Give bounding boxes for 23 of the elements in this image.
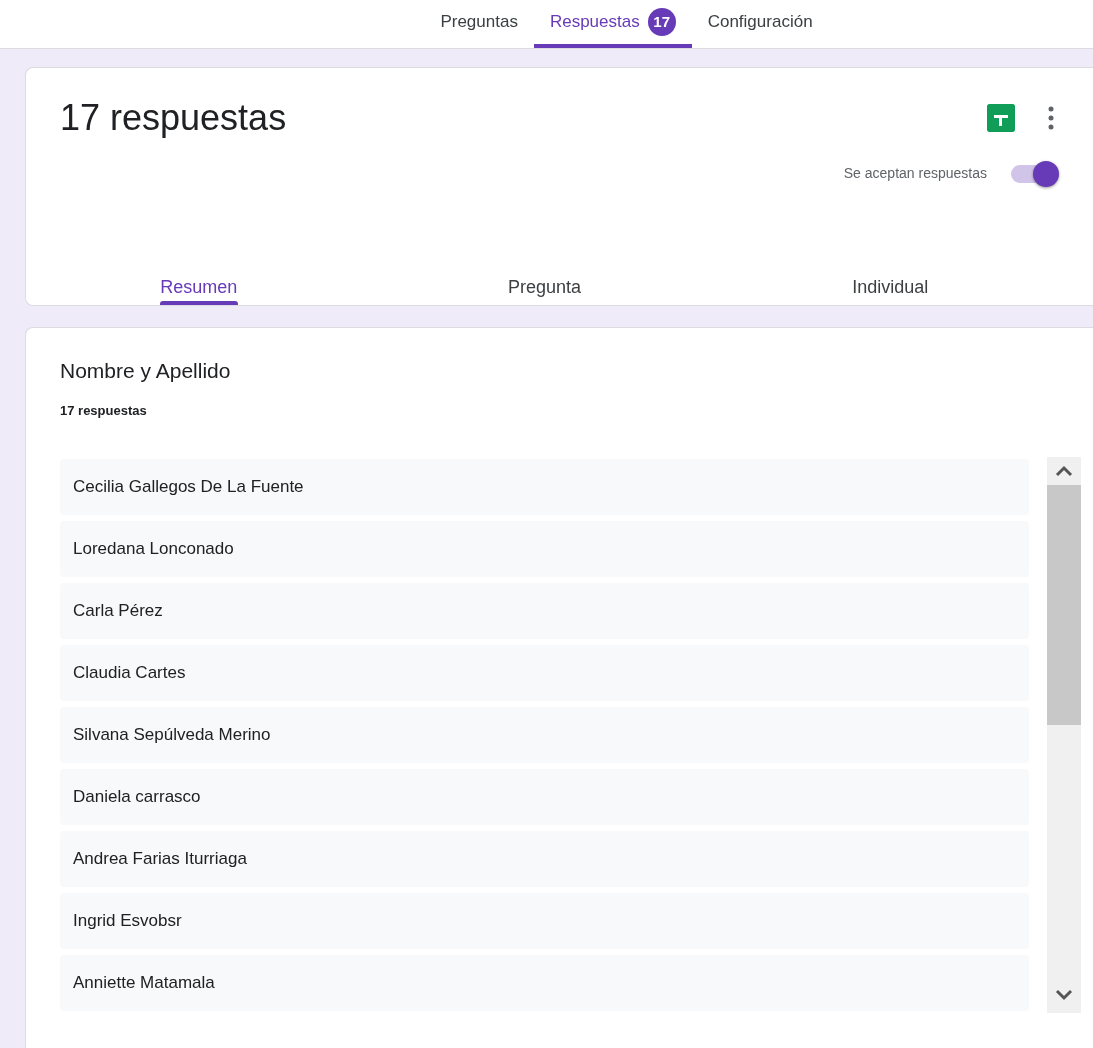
- answer-row: Cecilia Gallegos De La Fuente: [60, 458, 1029, 515]
- question-title: Nombre y Apellido: [60, 358, 232, 384]
- answer-row: Claudia Cartes: [60, 644, 1029, 701]
- responses-title: 17 respuestas: [60, 96, 287, 140]
- answer-row: Anniette Matamala: [60, 954, 1029, 1011]
- summary-tab[interactable]: Pregunta: [371, 274, 718, 301]
- answer-row: Andrea Farias Iturriaga: [60, 830, 1029, 887]
- answer-row: Silvana Sepúlveda Merino: [60, 706, 1029, 763]
- answer-row: Daniela carrasco: [60, 768, 1029, 825]
- toggle-label: Se aceptan respuestas: [843, 164, 987, 184]
- spreadsheet-icon[interactable]: [987, 104, 1015, 132]
- nav-tab[interactable]: Configuración: [691, 0, 829, 48]
- nav-tab[interactable]: Preguntas: [424, 0, 534, 48]
- scrollbar-thumb[interactable]: [1047, 484, 1081, 725]
- answer-row: Carla Pérez: [60, 582, 1029, 639]
- summary-tab[interactable]: Resumen: [26, 274, 372, 301]
- scrollbar[interactable]: [1047, 456, 1081, 1013]
- answer-row: Ingrid Esvobsr: [60, 892, 1029, 949]
- response-count: 17 respuestas: [60, 402, 148, 421]
- nav-tab[interactable]: Respuestas 17: [533, 0, 692, 48]
- summary-tab[interactable]: Individual: [717, 274, 1063, 301]
- answer-row: Loredana Lonconado: [60, 520, 1029, 577]
- count-badge: 17: [647, 8, 676, 36]
